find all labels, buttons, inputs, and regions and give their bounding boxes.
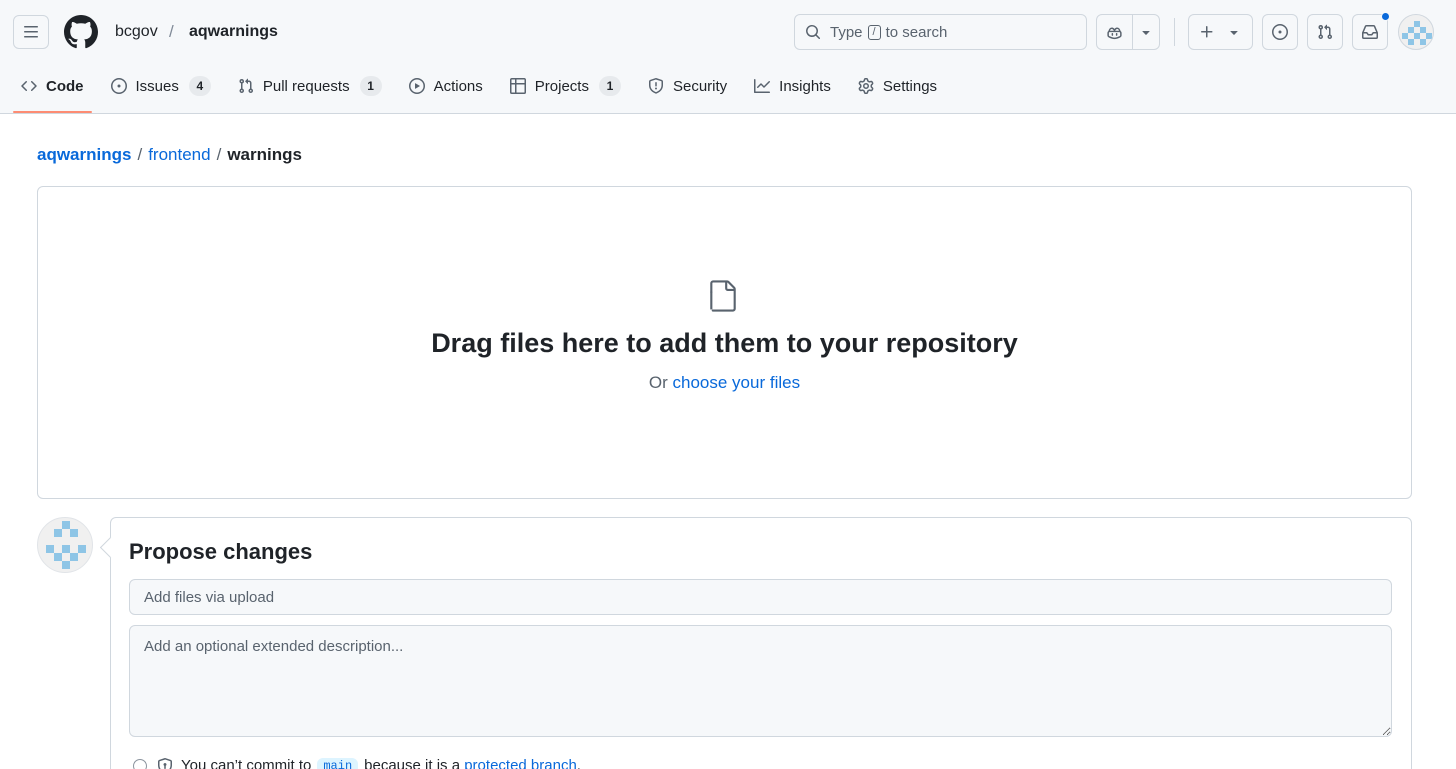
- search-input[interactable]: Type / to search: [794, 14, 1087, 50]
- protected-text-suffix: .: [576, 757, 581, 769]
- tab-label: Insights: [779, 77, 831, 95]
- file-icon: [706, 278, 740, 314]
- breadcrumb-separator: /: [216, 145, 222, 164]
- protected-text-middle: because it is a: [364, 757, 461, 769]
- breadcrumb-separator: /: [137, 145, 143, 164]
- search-placeholder-before: Type: [830, 23, 863, 41]
- your-pull-requests-button[interactable]: [1307, 14, 1343, 50]
- unread-notification-dot: [1381, 12, 1390, 21]
- create-new-button[interactable]: [1188, 14, 1253, 50]
- issues-count-badge: 4: [188, 76, 211, 96]
- breadcrumb: aqwarnings / frontend / warnings: [37, 145, 302, 165]
- search-placeholder-after: to search: [885, 23, 948, 41]
- tab-insights[interactable]: Insights: [746, 68, 839, 104]
- copilot-dropdown-button[interactable]: [1133, 15, 1159, 49]
- your-issues-button[interactable]: [1262, 14, 1298, 50]
- owner-link[interactable]: bcgov: [115, 23, 158, 41]
- tab-issues[interactable]: Issues 4: [103, 68, 219, 104]
- choose-files-link[interactable]: choose your files: [673, 373, 801, 392]
- projects-count-badge: 1: [598, 76, 621, 96]
- or-text: Or: [648, 373, 668, 392]
- repo-tabs: Code Issues 4 Pull requests 1 Actions Pr…: [13, 68, 956, 114]
- graph-icon: [754, 78, 771, 94]
- git-pull-request-icon: [238, 78, 254, 94]
- shield-icon: [648, 78, 664, 94]
- tab-label: Settings: [882, 77, 938, 95]
- protected-branch-notice: You can’t commit to main because it is a…: [133, 757, 581, 769]
- copilot-button-group: [1096, 14, 1160, 50]
- protected-branch-link[interactable]: protected branch: [464, 757, 577, 769]
- pull-requests-count-badge: 1: [359, 76, 382, 96]
- tab-label: Pull requests: [262, 77, 350, 95]
- tab-label: Actions: [433, 77, 483, 95]
- drop-zone-title: Drag files here to add them to your repo…: [431, 328, 1018, 358]
- user-avatar[interactable]: [1398, 14, 1434, 50]
- propose-changes-title: Propose changes: [129, 539, 313, 564]
- gear-icon: [858, 78, 874, 94]
- tab-projects[interactable]: Projects 1: [502, 68, 629, 104]
- commit-summary-input[interactable]: [129, 579, 1392, 615]
- breadcrumb-folder-link[interactable]: frontend: [148, 145, 210, 164]
- protected-text-prefix: You can’t commit to: [181, 757, 312, 769]
- avatar: [37, 517, 93, 573]
- app-header: bcgov / aqwarnings Type / to search Code…: [0, 0, 1456, 114]
- search-icon: [806, 25, 821, 40]
- triangle-down-icon: [1142, 31, 1150, 35]
- commit-directly-radio[interactable]: [133, 758, 147, 769]
- issue-opened-icon: [110, 78, 127, 94]
- tab-settings[interactable]: Settings: [850, 68, 945, 104]
- github-logo-icon[interactable]: [64, 15, 98, 49]
- tab-label: Projects: [534, 77, 589, 95]
- code-icon: [21, 78, 37, 94]
- tab-pull-requests[interactable]: Pull requests 1: [230, 68, 390, 104]
- triangle-down-icon: [1230, 31, 1238, 35]
- header-breadcrumb-separator: /: [169, 22, 174, 41]
- tab-actions[interactable]: Actions: [401, 68, 491, 104]
- play-icon: [408, 78, 425, 94]
- issue-opened-icon: [1272, 24, 1288, 40]
- inbox-icon: [1362, 25, 1378, 39]
- plus-icon: [1201, 26, 1213, 38]
- breadcrumb-repo-link[interactable]: aqwarnings: [37, 145, 131, 164]
- git-pull-request-icon: [1318, 24, 1333, 40]
- copilot-icon: [1107, 27, 1122, 39]
- commit-description-input[interactable]: [129, 625, 1392, 737]
- breadcrumb-current: warnings: [227, 145, 302, 164]
- tab-security[interactable]: Security: [640, 68, 735, 104]
- tab-label: Code: [46, 77, 84, 95]
- hamburger-icon: [24, 26, 38, 38]
- search-shortcut-key: /: [867, 24, 881, 40]
- global-menu-button[interactable]: [13, 15, 49, 49]
- tab-label: Issues: [135, 77, 179, 95]
- shield-lock-icon: [157, 757, 173, 769]
- tab-label: Security: [672, 77, 728, 95]
- table-icon: [509, 78, 526, 94]
- repo-link[interactable]: aqwarnings: [189, 23, 278, 41]
- tab-code[interactable]: Code: [13, 68, 92, 113]
- branch-name: main: [317, 757, 359, 769]
- header-divider: [1174, 18, 1175, 46]
- drop-zone-subtitle: Or choose your files: [37, 373, 1412, 393]
- copilot-button[interactable]: [1097, 15, 1133, 49]
